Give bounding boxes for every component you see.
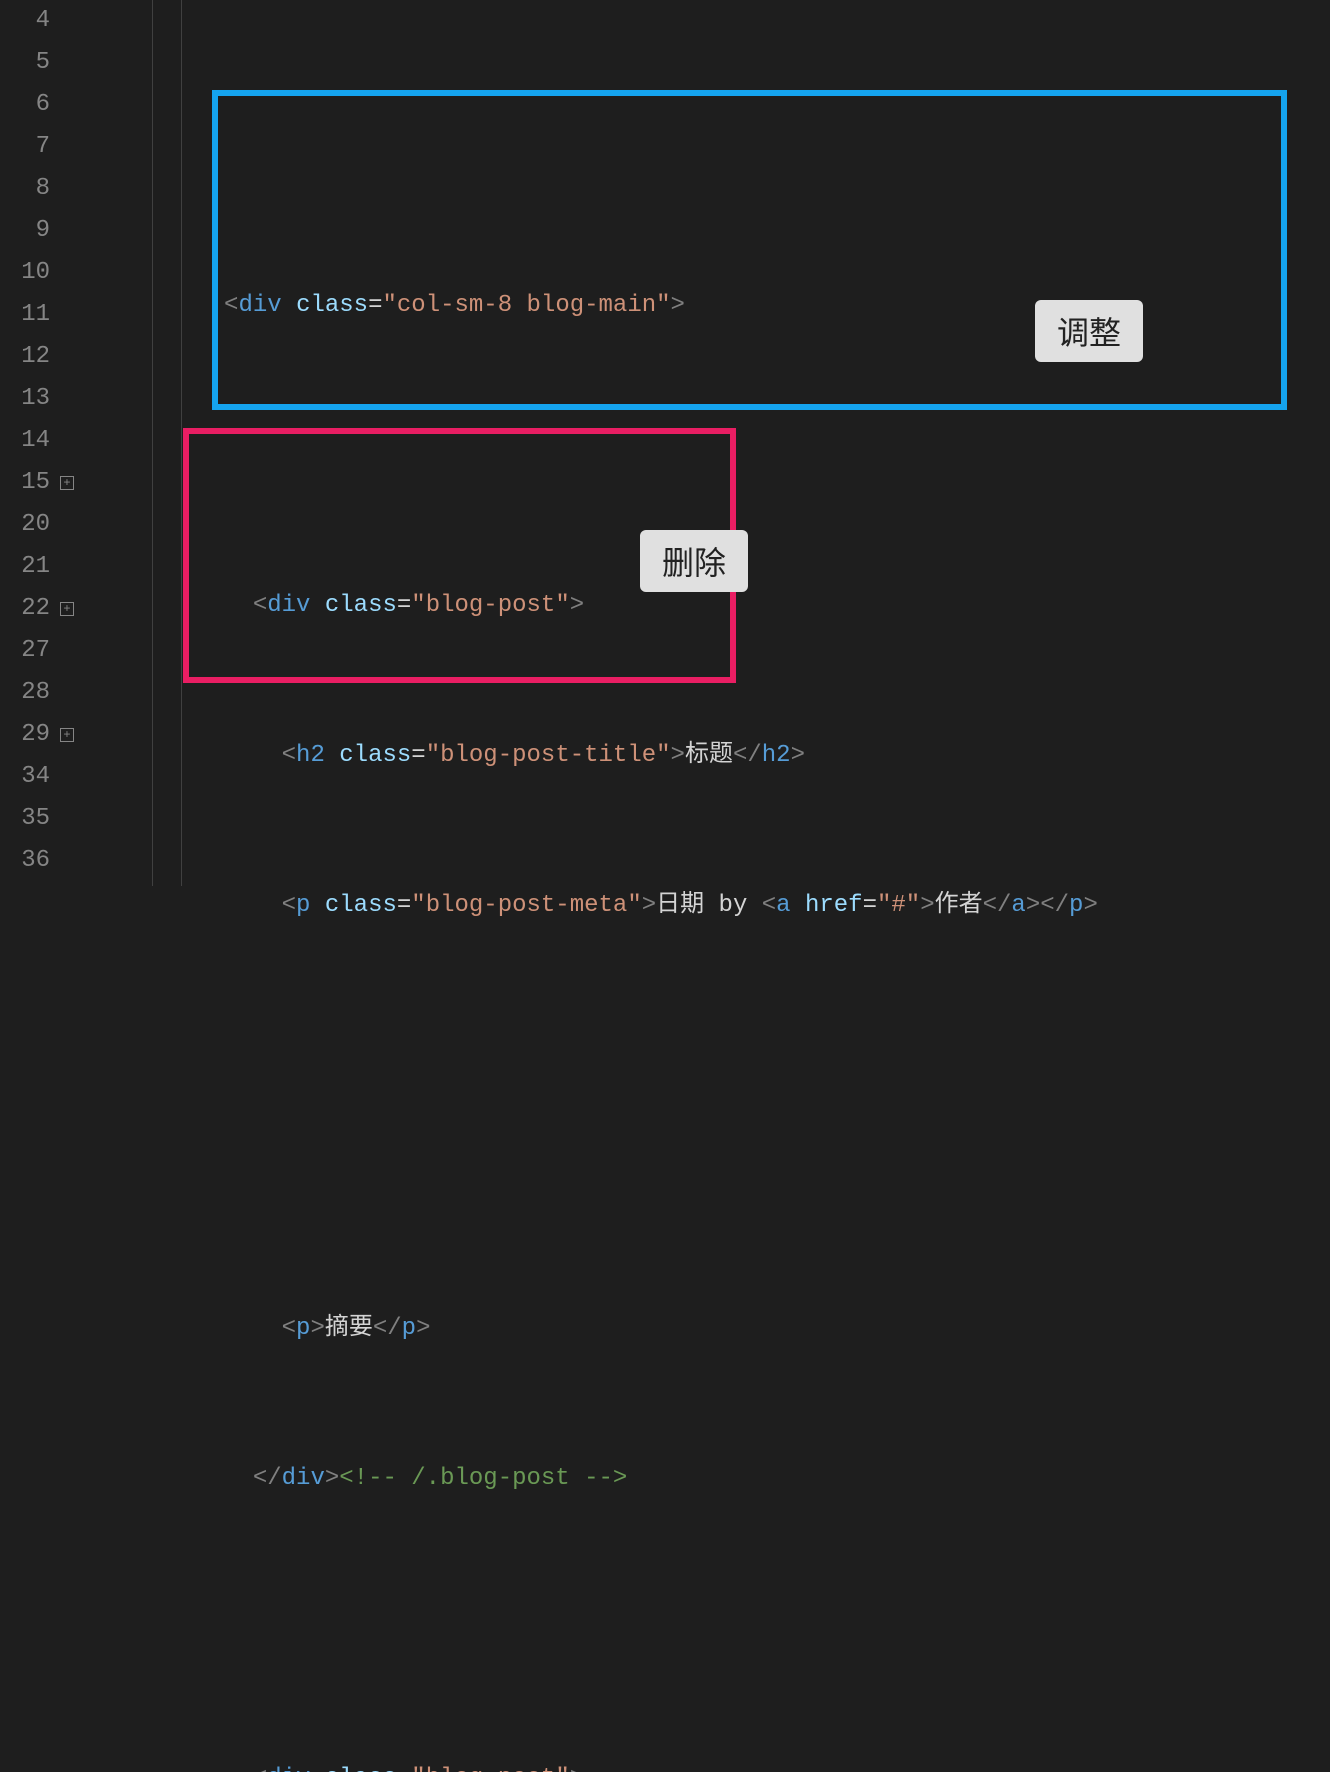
line-number: 27 [0, 630, 80, 672]
code-line[interactable] [80, 1035, 1330, 1077]
line-number: 10 [0, 252, 80, 294]
line-number: 4 [0, 0, 80, 42]
line-number: 14 [0, 420, 80, 462]
line-number: 5 [0, 42, 80, 84]
line-number: 7 [0, 126, 80, 168]
line-number: 9 [0, 210, 80, 252]
fold-expand-icon[interactable]: + [60, 728, 74, 742]
line-number: 35 [0, 798, 80, 840]
line-number: 29+ [0, 714, 80, 756]
code-line[interactable] [80, 135, 1330, 177]
code-line[interactable]: <div class="blog-post">… [80, 1758, 1330, 1772]
line-number: 13 [0, 378, 80, 420]
line-number: 11 [0, 294, 80, 336]
line-number: 6 [0, 84, 80, 126]
annotation-label-adjust: 调整 [1035, 300, 1143, 362]
code-line[interactable]: <h2 class="blog-post-title">标题</h2> [80, 735, 1330, 777]
line-number: 20 [0, 504, 80, 546]
code-line[interactable]: <p>摘要</p> [80, 1308, 1330, 1350]
line-number: 34 [0, 756, 80, 798]
line-number: 12 [0, 336, 80, 378]
fold-expand-icon[interactable]: + [60, 602, 74, 616]
code-line[interactable]: <p class="blog-post-meta">日期 by <a href=… [80, 885, 1330, 927]
code-content[interactable]: <div class="col-sm-8 blog-main"> <div cl… [80, 0, 1330, 886]
line-number: 21 [0, 546, 80, 588]
code-line[interactable]: </div><!-- /.blog-post --> [80, 1458, 1330, 1500]
line-number: 8 [0, 168, 80, 210]
code-line[interactable] [80, 1158, 1330, 1200]
code-line[interactable] [80, 1608, 1330, 1650]
line-number: 15+ [0, 462, 80, 504]
code-editor: 4 5 6 7 8 9 10 11 12 13 14 15+ 20 21 22+… [0, 0, 1330, 886]
line-number: 22+ [0, 588, 80, 630]
line-number: 28 [0, 672, 80, 714]
fold-expand-icon[interactable]: + [60, 476, 74, 490]
line-number: 36 [0, 840, 80, 882]
code-line[interactable] [80, 435, 1330, 477]
line-number-gutter: 4 5 6 7 8 9 10 11 12 13 14 15+ 20 21 22+… [0, 0, 80, 886]
annotation-label-delete: 删除 [640, 530, 748, 592]
